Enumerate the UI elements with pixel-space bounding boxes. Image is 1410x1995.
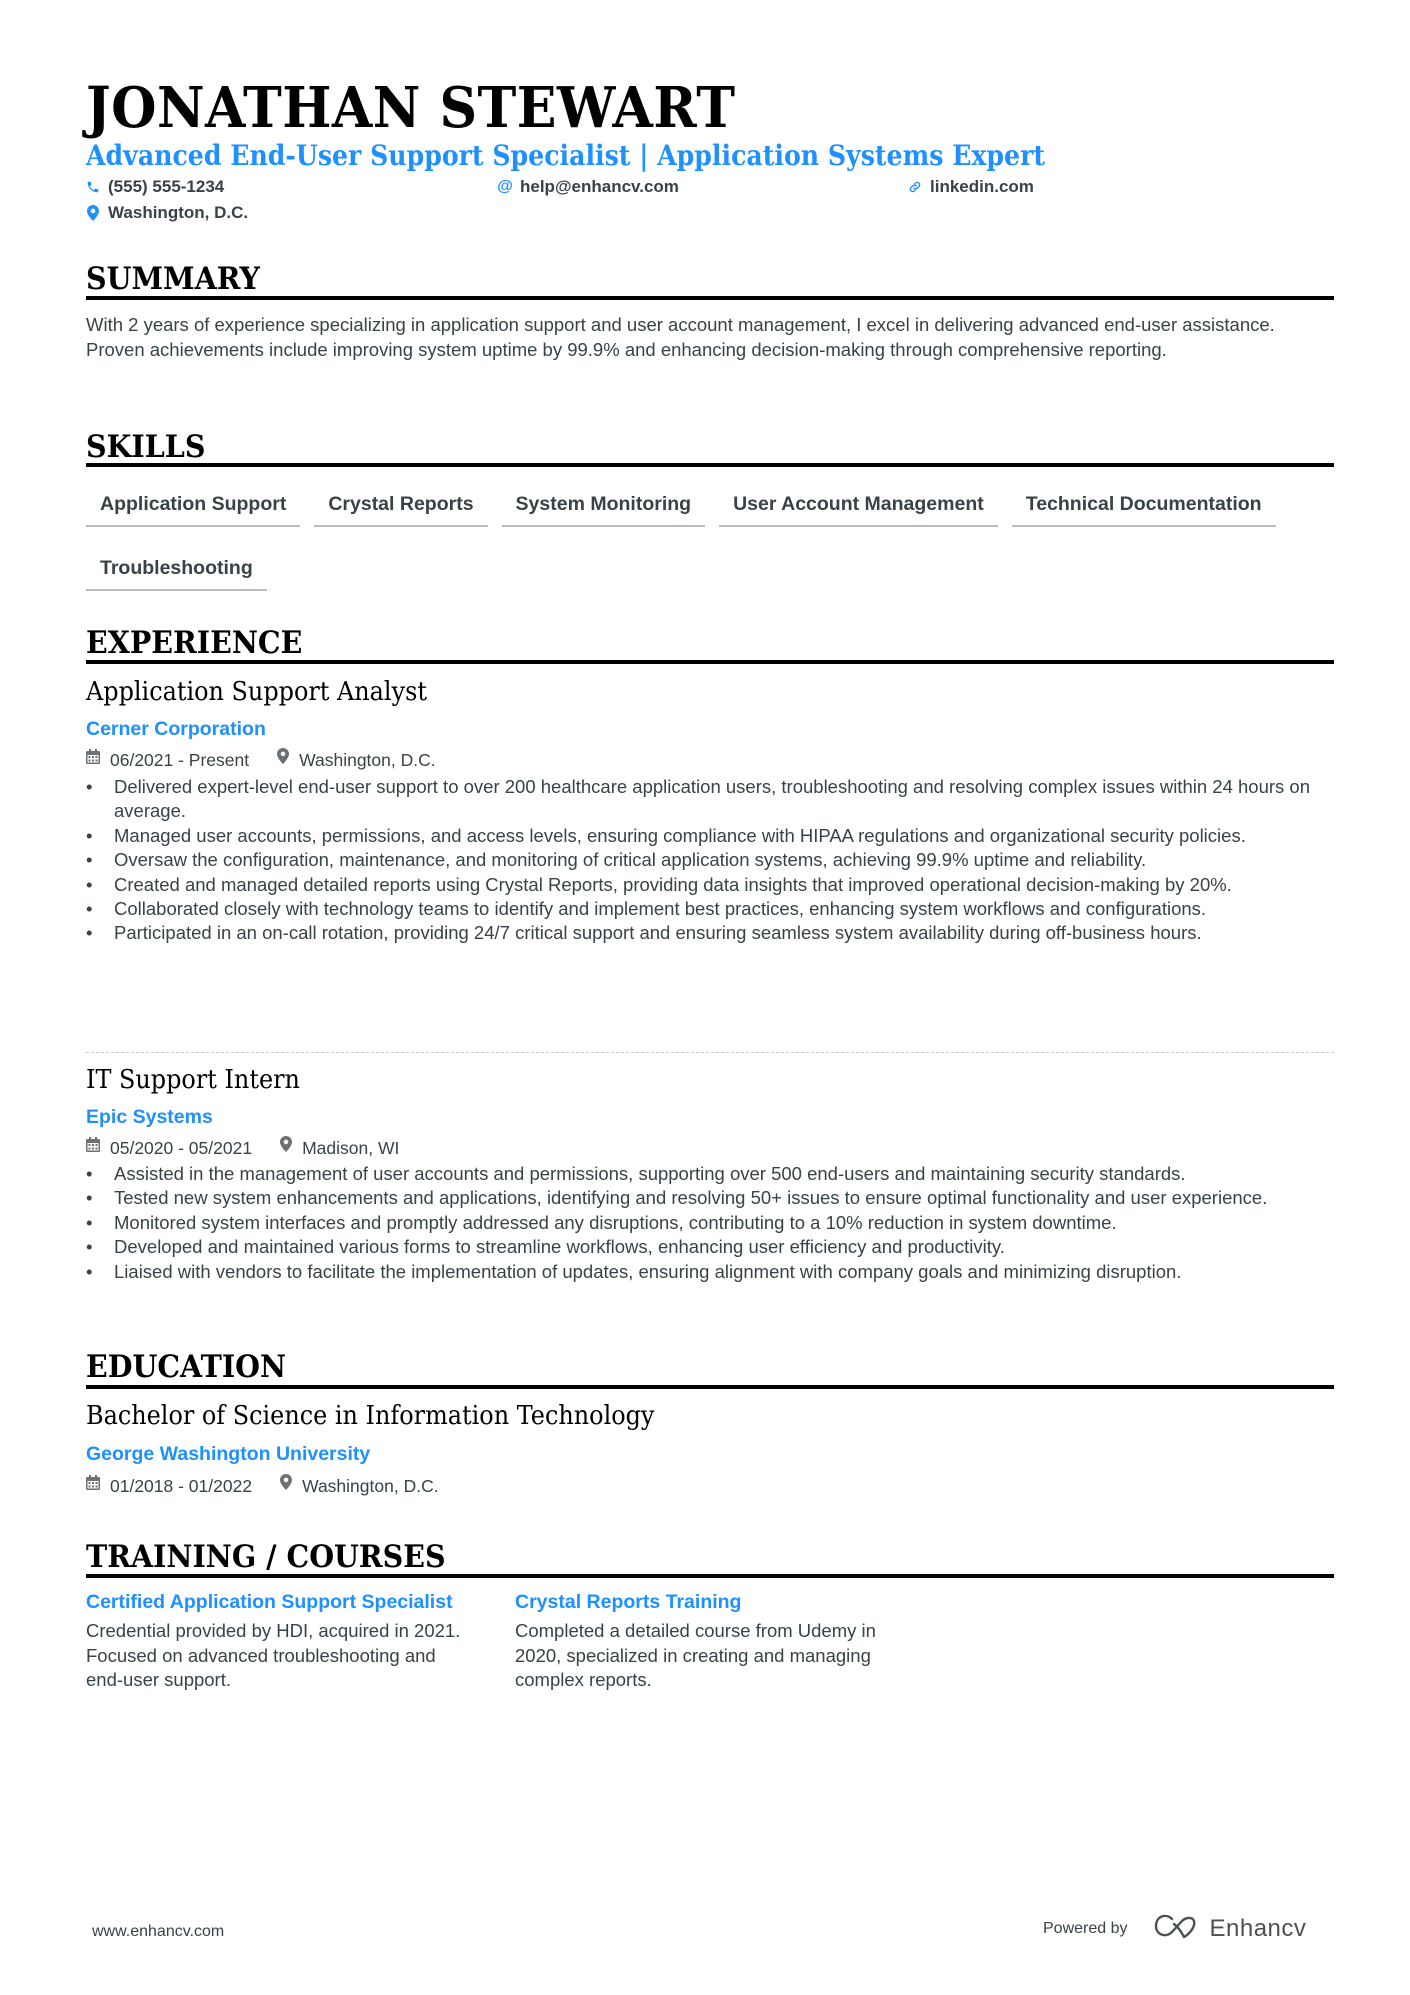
brand-name: Enhancv — [1209, 1914, 1307, 1942]
list-item: Participated in an on-call rotation, pro… — [86, 921, 1334, 946]
location-pin-icon — [280, 1136, 293, 1159]
footer-powered-by: Powered by Enhancv — [1043, 1913, 1306, 1944]
contact-linkedin[interactable]: linkedin.com — [908, 176, 1034, 198]
course-description: Completed a detailed course from Udemy i… — [515, 1620, 876, 1690]
job-location: Washington, D.C. — [299, 749, 436, 770]
section-divider — [86, 660, 1334, 664]
job-title: IT Support Intern — [86, 1065, 300, 1095]
footer-website[interactable]: www.enhancv.com — [92, 1923, 224, 1941]
link-icon — [908, 180, 922, 194]
education-location: Washington, D.C. — [302, 1475, 439, 1496]
section-divider — [86, 1385, 1334, 1389]
course-description: Credential provided by HDI, acquired in … — [86, 1620, 461, 1690]
list-item: Oversaw the configuration, maintenance, … — [86, 848, 1334, 873]
course-title: Crystal Reports Training — [515, 1591, 742, 1613]
location-text: Washington, D.C. — [108, 203, 249, 222]
skill-tag: User Account Management — [719, 485, 998, 527]
skill-tag: Troubleshooting — [86, 549, 267, 591]
job-dates: 06/2021 - Present — [110, 749, 250, 770]
section-title-summary: SUMMARY — [86, 261, 260, 297]
skill-tag: Technical Documentation — [1011, 485, 1276, 527]
list-item: Tested new system enhancements and appli… — [86, 1186, 1334, 1211]
list-item: Developed and maintained various forms t… — [86, 1235, 1334, 1260]
powered-by-label: Powered by — [1043, 1919, 1128, 1937]
phone-icon — [86, 180, 100, 194]
section-divider — [86, 296, 1334, 300]
calendar-icon — [86, 1136, 100, 1159]
skill-tag: Application Support — [86, 485, 301, 527]
job-meta: 05/2020 - 05/2021 Madison, WI — [86, 1136, 399, 1159]
job-bullets: Delivered expert-level end-user support … — [86, 775, 1334, 946]
skill-tag: Crystal Reports — [314, 485, 488, 527]
job-dates: 05/2020 - 05/2021 — [110, 1137, 253, 1158]
job-location: Madison, WI — [302, 1137, 400, 1158]
skill-tag: System Monitoring — [501, 485, 706, 527]
contact-location: Washington, D.C. — [86, 202, 248, 224]
job-title: Application Support Analyst — [86, 677, 427, 707]
education-meta: 01/2018 - 01/2022 Washington, D.C. — [86, 1474, 439, 1497]
job-bullets: Assisted in the management of user accou… — [86, 1162, 1334, 1284]
section-title-skills: SKILLS — [86, 429, 206, 465]
section-title-experience: EXPERIENCE — [86, 625, 303, 661]
calendar-icon — [86, 1474, 100, 1497]
contact-email[interactable]: @ help@enhancv.com — [497, 176, 679, 198]
company-name: Cerner Corporation — [86, 718, 266, 740]
list-item: Created and managed detailed reports usi… — [86, 873, 1334, 898]
summary-text: With 2 years of experience specializing … — [86, 314, 1275, 360]
list-item: Liaised with vendors to facilitate the i… — [86, 1260, 1334, 1285]
at-icon: @ — [497, 178, 513, 195]
skills-list: Application Support Crystal Reports Syst… — [86, 485, 1334, 591]
section-divider — [86, 1574, 1334, 1578]
email-address[interactable]: help@enhancv.com — [520, 176, 679, 198]
section-title-education: EDUCATION — [86, 1349, 287, 1385]
linkedin-link[interactable]: linkedin.com — [930, 176, 1034, 198]
list-item: Assisted in the management of user accou… — [86, 1162, 1334, 1187]
contact-phone: (555) 555-1234 — [86, 176, 224, 198]
course-item: Certified Application Support Specialist… — [86, 1590, 466, 1693]
course-item: Crystal Reports Training Completed a det… — [515, 1590, 915, 1693]
location-pin-icon — [86, 205, 100, 221]
company-name: Epic Systems — [86, 1106, 213, 1128]
calendar-icon — [86, 748, 100, 771]
school-name: George Washington University — [86, 1443, 371, 1465]
phone-number: (555) 555-1234 — [108, 177, 225, 196]
degree-title: Bachelor of Science in Information Techn… — [86, 1401, 655, 1431]
course-title: Certified Application Support Specialist — [86, 1591, 453, 1613]
location-pin-icon — [277, 748, 290, 771]
section-divider — [86, 463, 1334, 467]
enhancv-logo-icon — [1154, 1913, 1200, 1944]
list-item: Managed user accounts, permissions, and … — [86, 824, 1334, 849]
section-title-training: TRAINING / COURSES — [86, 1539, 446, 1575]
candidate-name: JONATHAN STEWART — [86, 75, 736, 141]
entry-divider — [86, 1052, 1334, 1053]
education-dates: 01/2018 - 01/2022 — [110, 1475, 253, 1496]
list-item: Monitored system interfaces and promptly… — [86, 1211, 1334, 1236]
list-item: Collaborated closely with technology tea… — [86, 897, 1334, 922]
candidate-headline: Advanced End-User Support Specialist | A… — [86, 139, 1045, 172]
location-pin-icon — [280, 1474, 293, 1497]
list-item: Delivered expert-level end-user support … — [86, 775, 1334, 824]
job-meta: 06/2021 - Present Washington, D.C. — [86, 748, 436, 771]
